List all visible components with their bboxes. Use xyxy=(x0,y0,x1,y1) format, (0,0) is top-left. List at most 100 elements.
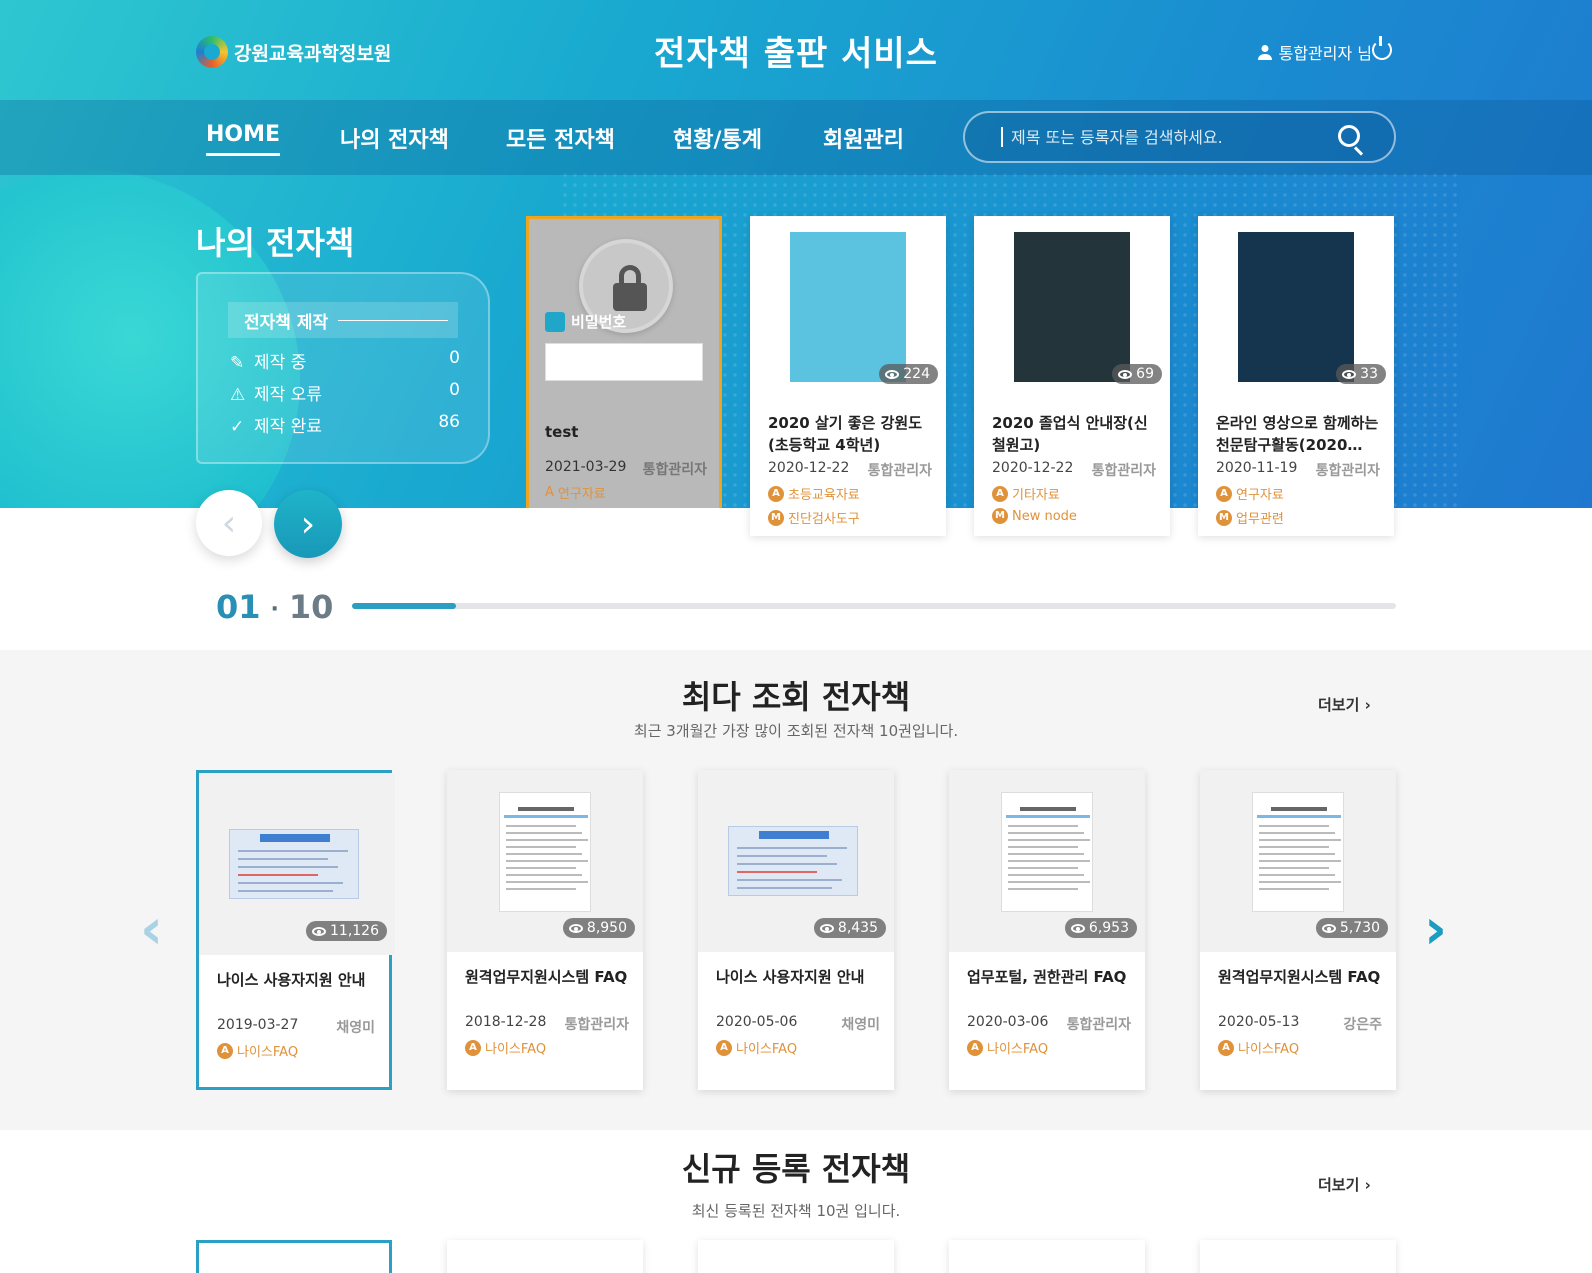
more-label: 더보기 xyxy=(1318,1176,1360,1194)
view-count-value: 8,435 xyxy=(837,920,878,936)
carousel-pager: 01 · 10 xyxy=(216,588,333,626)
category-badge: A xyxy=(716,1039,732,1056)
category-text: New node xyxy=(1012,508,1077,524)
stat-value: 0 xyxy=(449,348,460,368)
book-date: 2018-12-28 xyxy=(465,1014,547,1030)
view-count: 11,126 xyxy=(306,921,387,941)
ebook-cover xyxy=(1238,232,1354,382)
eye-icon xyxy=(1118,369,1133,379)
recent-card[interactable] xyxy=(1200,1240,1396,1273)
book-category-tag[interactable]: M 업무관련 xyxy=(1216,508,1284,527)
recent-card[interactable] xyxy=(196,1240,392,1273)
nav-statistics[interactable]: 현황/통계 xyxy=(673,122,762,160)
category-text: 기타자료 xyxy=(1012,488,1060,503)
ebook-card[interactable]: 224 2020 살기 좋은 강원도(초등학교 4학년) 2020-12-22 … xyxy=(750,216,946,536)
book-title: 업무포털, 권한관리 FAQ xyxy=(967,968,1127,986)
ebook-card[interactable]: 5,730 원격업무지원시스템 FAQ 2020-05-13 강은주 A 나이스… xyxy=(1200,770,1396,1090)
popular-more-link[interactable]: 더보기 › xyxy=(1318,694,1371,715)
popular-next-arrow[interactable]: › xyxy=(1424,902,1447,958)
chevron-right-icon: › xyxy=(1364,696,1371,714)
carousel-prev-button[interactable]: ‹ xyxy=(196,490,262,556)
book-category-tag[interactable]: A 나이스FAQ xyxy=(465,1038,546,1057)
pager-separator: · xyxy=(270,596,279,622)
category-text: 나이스FAQ xyxy=(1238,1042,1300,1057)
ebook-card[interactable]: 6,953 업무포털, 권한관리 FAQ 2020-03-06 통합관리자 A … xyxy=(949,770,1145,1090)
ebook-card[interactable]: 11,126 나이스 사용자지원 안내 2019-03-27 채영미 A 나이스… xyxy=(196,770,395,1090)
eye-icon xyxy=(312,926,326,936)
view-count: 6,953 xyxy=(1064,918,1137,938)
stat-error[interactable]: ⚠ 제작 오류 0 xyxy=(230,380,460,405)
book-category-tag[interactable]: A 연구자료 xyxy=(545,483,606,502)
recent-card[interactable] xyxy=(949,1240,1145,1273)
edit-icon: ✎ xyxy=(230,353,245,373)
nav-members[interactable]: 회원관리 xyxy=(823,122,904,160)
warning-icon: ⚠ xyxy=(230,385,246,405)
view-count: 5,730 xyxy=(1315,918,1388,938)
category-badge: A xyxy=(967,1039,983,1056)
book-category-tag[interactable]: M New node xyxy=(992,508,1077,524)
category-badge: A xyxy=(217,1042,233,1059)
book-category-tag[interactable]: A 나이스FAQ xyxy=(716,1038,797,1057)
book-category-tag[interactable]: A 나이스FAQ xyxy=(217,1041,298,1060)
book-author: 통합관리자 xyxy=(1091,463,1156,479)
top-bar: 강원교육과학정보원 전자책 출판 서비스 통합관리자 님 xyxy=(0,0,1592,100)
book-date: 2020-03-06 xyxy=(967,1014,1049,1030)
book-category-tag[interactable]: A 나이스FAQ xyxy=(967,1038,1048,1057)
nav-all-ebooks[interactable]: 모든 전자책 xyxy=(506,122,615,160)
chevron-right-icon: › xyxy=(1364,1176,1371,1194)
book-category-tag[interactable]: A 연구자료 xyxy=(1216,484,1284,503)
book-author: 통합관리자 xyxy=(642,462,707,478)
book-category-tag[interactable]: M 진단검사도구 xyxy=(768,508,860,527)
category-text: 업무관련 xyxy=(1236,512,1284,527)
search-input[interactable] xyxy=(1001,127,1321,147)
popular-prev-arrow[interactable]: ‹ xyxy=(140,902,163,958)
recent-card[interactable] xyxy=(447,1240,643,1273)
view-count-value: 33 xyxy=(1360,366,1378,382)
ebook-card[interactable]: 33 온라인 영상으로 함께하는 천문탐구활동(2020… 2020-11-19… xyxy=(1198,216,1394,536)
view-count: 8,950 xyxy=(562,918,635,938)
ebook-card[interactable]: 8,435 나이스 사용자지원 안내 2020-05-06 채영미 A 나이스F… xyxy=(698,770,894,1090)
stat-label: 제작 오류 xyxy=(254,385,322,405)
ebook-card[interactable]: 8,950 원격업무지원시스템 FAQ 2018-12-28 통합관리자 A 나… xyxy=(447,770,643,1090)
view-count-value: 8,950 xyxy=(586,920,627,936)
locked-ebook-card[interactable]: 비밀번호 test 2021-03-29 통합관리자 A 연구자료 xyxy=(526,216,722,508)
recent-card[interactable] xyxy=(698,1240,894,1273)
carousel-next-button[interactable]: › xyxy=(274,490,342,558)
category-text: 나이스FAQ xyxy=(736,1042,798,1057)
book-date: 2020-12-22 xyxy=(768,460,850,476)
view-count-value: 224 xyxy=(903,366,930,382)
password-lock-icon xyxy=(545,311,565,332)
book-category-tag[interactable]: A 나이스FAQ xyxy=(1218,1038,1299,1057)
eye-icon xyxy=(885,369,900,379)
stat-value: 0 xyxy=(449,380,460,400)
category-text: 초등교육자료 xyxy=(788,488,860,503)
stat-complete[interactable]: ✓ 제작 완료 86 xyxy=(230,412,460,437)
eye-icon xyxy=(1321,923,1336,933)
book-category-tag[interactable]: A 기타자료 xyxy=(992,484,1060,503)
recent-more-link[interactable]: 더보기 › xyxy=(1318,1174,1371,1195)
search-icon[interactable] xyxy=(1338,125,1360,147)
user-menu[interactable]: 통합관리자 님 xyxy=(1257,40,1372,64)
logout-power-icon[interactable] xyxy=(1372,36,1392,60)
view-count: 8,435 xyxy=(813,918,886,938)
view-count: 224 xyxy=(879,364,938,384)
nav-my-ebooks[interactable]: 나의 전자책 xyxy=(340,122,449,160)
book-author: 채영미 xyxy=(841,1017,880,1033)
category-badge: A xyxy=(1216,485,1232,502)
book-category-tag[interactable]: A 초등교육자료 xyxy=(768,484,860,503)
ebook-card[interactable]: 69 2020 졸업식 안내장(신철원고) 2020-12-22 통합관리자 A… xyxy=(974,216,1170,536)
category-text: 나이스FAQ xyxy=(485,1042,547,1057)
ebook-thumbnail: 8,950 xyxy=(447,770,643,952)
more-label: 더보기 xyxy=(1318,696,1360,714)
book-date: 2020-11-19 xyxy=(1216,460,1298,476)
search-box xyxy=(963,111,1396,163)
book-date: 2020-12-22 xyxy=(992,460,1074,476)
stat-in-progress[interactable]: ✎ 제작 중 0 xyxy=(230,348,460,373)
category-text: 연구자료 xyxy=(1236,488,1284,503)
nav-home[interactable]: HOME xyxy=(206,122,281,156)
document-preview xyxy=(229,829,359,899)
production-status-panel: 전자책 제작 ✎ 제작 중 0 ⚠ 제작 오류 0 ✓ 제작 완료 86 xyxy=(196,272,490,464)
category-text: 진단검사도구 xyxy=(788,512,860,527)
password-field[interactable] xyxy=(545,343,703,381)
book-title: 2020 졸업식 안내장(신철원고) xyxy=(992,414,1148,454)
